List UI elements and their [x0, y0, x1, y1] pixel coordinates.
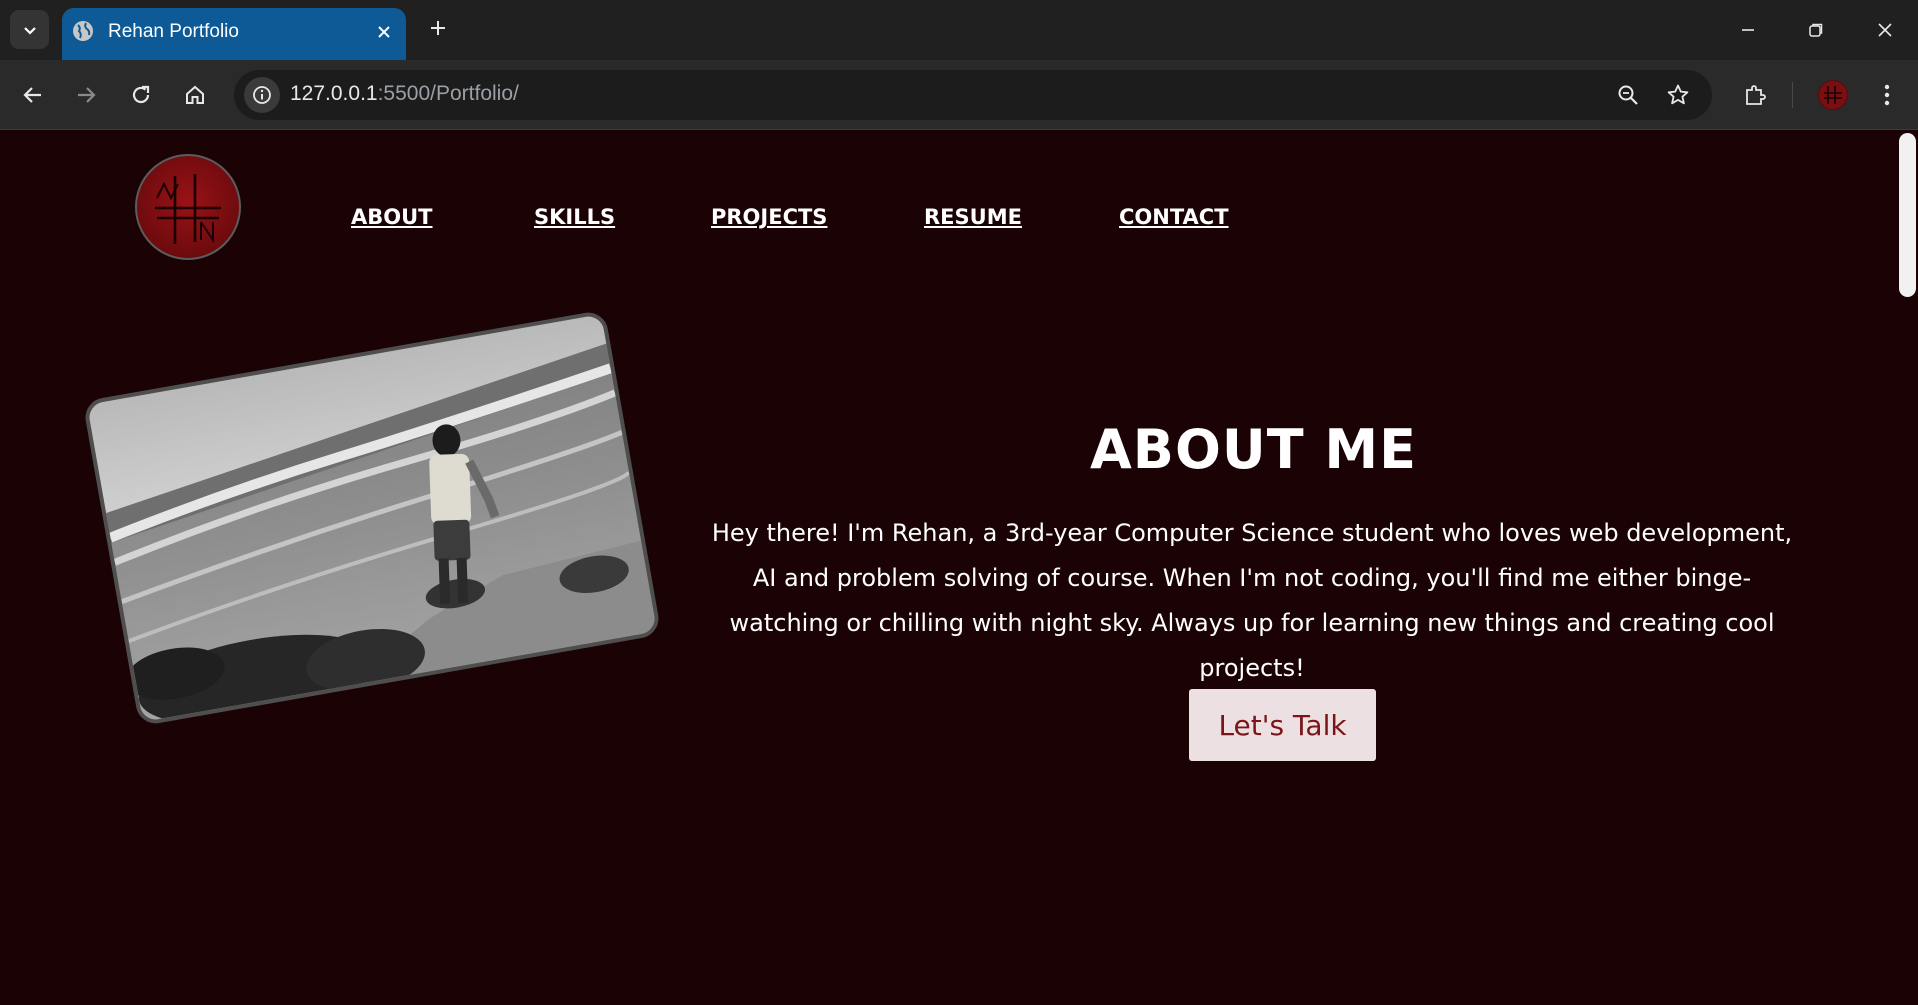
close-window-button[interactable]: [1863, 8, 1907, 52]
restore-button[interactable]: [1794, 8, 1838, 52]
home-icon: [186, 85, 204, 104]
nav-link-contact[interactable]: CONTACT: [1119, 205, 1229, 229]
address-bar[interactable]: 127.0.0.1:5500/Portfolio/: [234, 70, 1712, 120]
extensions-button[interactable]: [1735, 75, 1775, 115]
toolbar-divider: [1792, 82, 1793, 108]
zoom-button[interactable]: [1612, 79, 1644, 111]
url-text[interactable]: 127.0.0.1:5500/Portfolio/: [290, 82, 519, 106]
scrollbar-thumb[interactable]: [1899, 133, 1916, 297]
browser-toolbar: 127.0.0.1:5500/Portfolio/: [0, 60, 1918, 130]
avatar-logo-icon: [1824, 86, 1842, 104]
chevron-down-icon: [23, 26, 36, 35]
nav-link-skills[interactable]: SKILLS: [534, 205, 615, 229]
nav-link-projects[interactable]: PROJECTS: [711, 205, 827, 229]
close-icon: [1878, 23, 1892, 37]
nav-link-about[interactable]: ABOUT: [351, 205, 433, 229]
browser-tab[interactable]: Rehan Portfolio: [62, 8, 406, 60]
tab-list-button[interactable]: [10, 10, 49, 49]
zoom-icon: [1618, 85, 1638, 105]
site-info-button[interactable]: [244, 77, 280, 113]
minimize-button[interactable]: [1726, 8, 1770, 52]
profile-photo-frame: [82, 309, 662, 727]
plus-icon: [431, 21, 445, 35]
url-path: :5500/Portfolio/: [377, 82, 519, 105]
close-icon: [378, 26, 390, 38]
browser-menu-button[interactable]: [1867, 75, 1907, 115]
puzzle-icon: [1746, 85, 1766, 105]
tab-close-button[interactable]: [370, 18, 398, 46]
forward-button[interactable]: [66, 75, 106, 115]
about-title: ABOUT ME: [1090, 418, 1417, 481]
about-description: Hey there! I'm Rehan, a 3rd-year Compute…: [711, 519, 1793, 682]
url-host: 127.0.0.1: [290, 82, 378, 105]
bookmark-button[interactable]: [1662, 79, 1694, 111]
home-button[interactable]: [175, 75, 215, 115]
star-icon: [1667, 84, 1689, 105]
reload-button[interactable]: [121, 75, 161, 115]
reload-icon: [132, 85, 150, 104]
tab-title: Rehan Portfolio: [108, 21, 239, 42]
beach-photo-illustration: [87, 314, 657, 724]
minimize-icon: [1742, 29, 1754, 31]
lets-talk-button[interactable]: Let's Talk: [1189, 689, 1376, 761]
nav-link-resume[interactable]: RESUME: [924, 205, 1022, 229]
new-tab-button[interactable]: [420, 10, 456, 46]
kebab-menu-icon: [1884, 84, 1890, 106]
scrollbar[interactable]: [1895, 131, 1918, 1005]
monogram-logo-icon: [155, 174, 221, 244]
browser-tab-bar: Rehan Portfolio: [0, 0, 1918, 60]
restore-icon: [1809, 23, 1823, 37]
back-button[interactable]: [13, 75, 53, 115]
back-arrow-icon: [23, 87, 41, 103]
globe-icon: [73, 21, 93, 41]
page-viewport: ABOUT SKILLS PROJECTS RESUME CONTACT ABO…: [0, 131, 1918, 1005]
profile-avatar[interactable]: [1818, 80, 1848, 110]
site-logo[interactable]: [135, 154, 241, 260]
info-icon: [253, 86, 271, 104]
profile-photo: [82, 309, 662, 727]
forward-arrow-icon: [78, 87, 96, 103]
